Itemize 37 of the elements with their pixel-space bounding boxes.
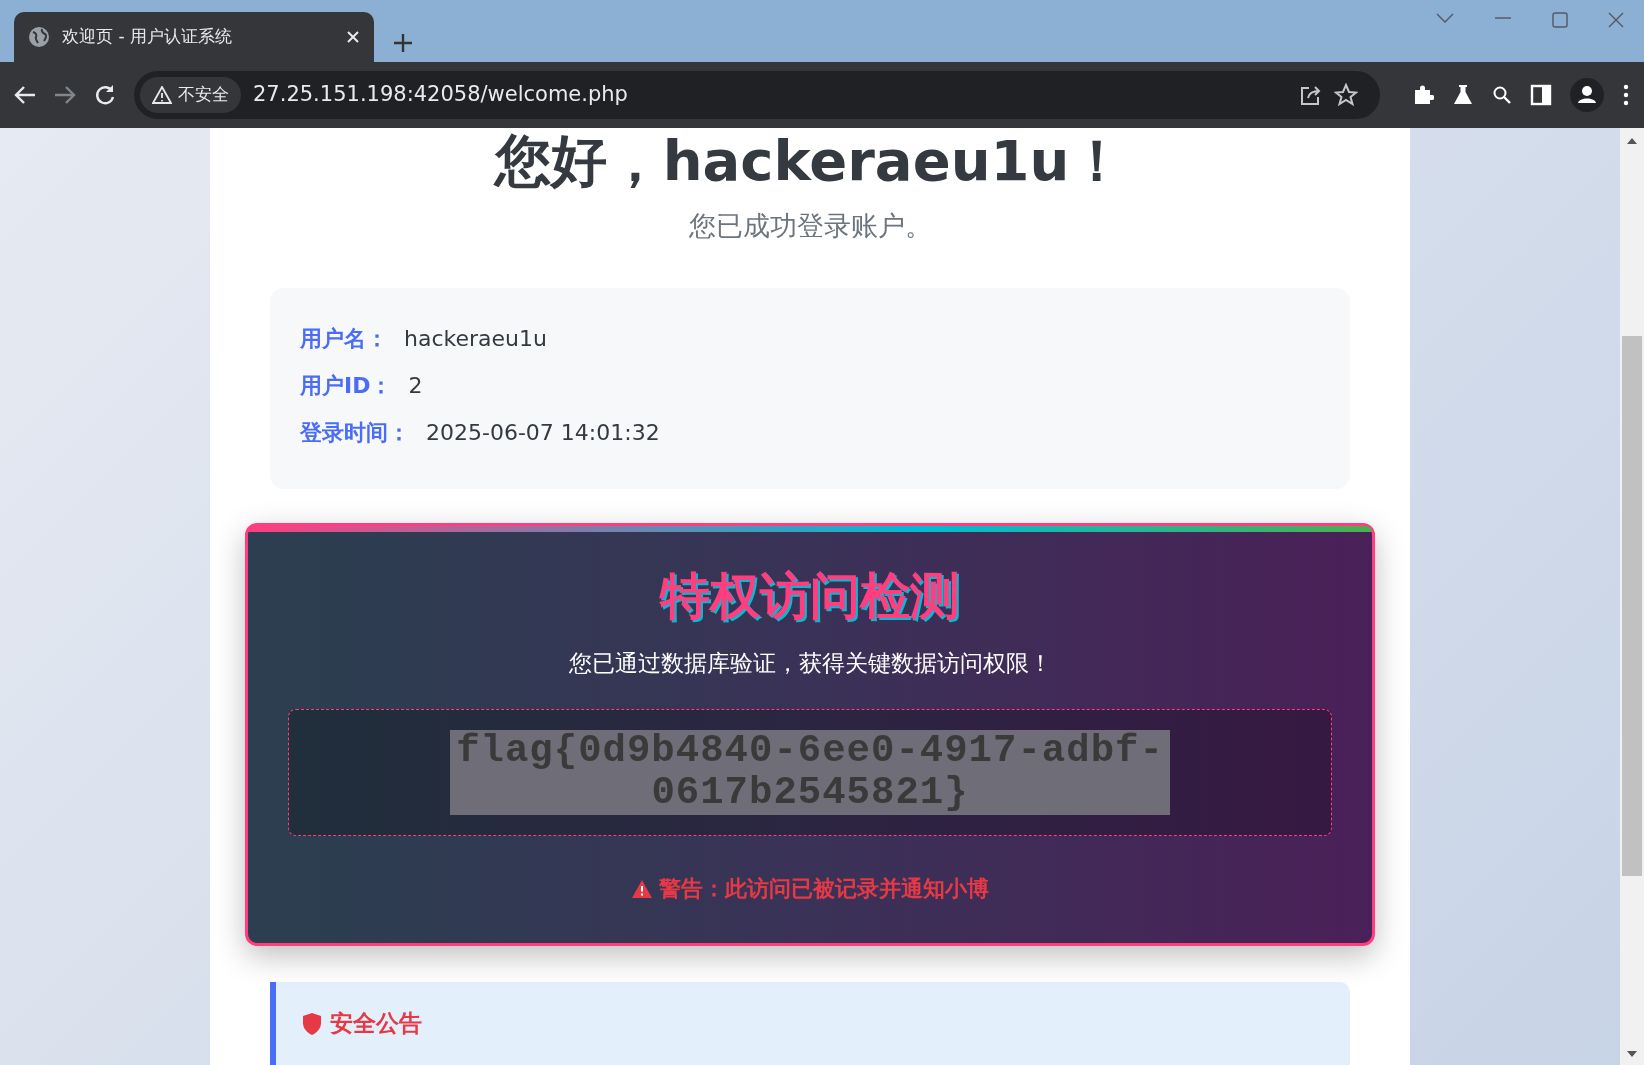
greeting-subtitle: 您已成功登录账户。 [687, 208, 933, 243]
greeting-heading: 您好，hackeraeu1u！ [492, 128, 1127, 192]
warning-icon [631, 878, 653, 899]
panel-message: 您已通过数据库验证，获得关键数据访问权限！ [567, 649, 1053, 679]
url-text[interactable]: 27.25.151.198:42058/welcome.php [253, 79, 1288, 111]
notice-title: 安全公告 [330, 1009, 422, 1039]
globe-icon [28, 26, 50, 48]
browser-tab[interactable]: 欢迎页 - 用户认证系统 [14, 12, 374, 62]
maximize-icon[interactable] [1552, 12, 1568, 28]
flask-icon[interactable] [1452, 84, 1474, 106]
field-label: 用户ID： [300, 372, 393, 401]
search-icon[interactable] [1492, 85, 1512, 105]
field-value: 2025-06-07 14:01:32 [426, 419, 660, 448]
reload-icon[interactable] [94, 84, 116, 106]
back-arrow-icon[interactable] [14, 85, 36, 105]
shield-icon [302, 1011, 322, 1036]
security-chip[interactable]: 不安全 [140, 77, 241, 113]
warning-text: 警告：此访问已被记录并通知小博 [659, 875, 989, 904]
forward-arrow-icon[interactable] [54, 85, 76, 105]
field-value: hackeraeu1u [404, 325, 547, 354]
scroll-up-icon[interactable] [1626, 136, 1638, 146]
flag-text: flag{0d9b4840-6ee0-4917-adbf-0617b2545821} [450, 729, 1170, 816]
puzzle-piece-icon[interactable] [1412, 84, 1434, 106]
panel-title: 特权访问检测 [658, 566, 961, 627]
share-icon[interactable] [1300, 84, 1322, 106]
profile-avatar-icon[interactable] [1570, 78, 1604, 112]
warning-icon [152, 86, 172, 104]
menu-dots-icon[interactable] [1622, 84, 1630, 106]
field-label: 用户名： [300, 325, 388, 354]
field-value: 2 [408, 372, 423, 401]
chevron-down-icon[interactable] [1436, 12, 1454, 24]
scroll-down-icon[interactable] [1626, 1049, 1638, 1059]
star-icon[interactable] [1334, 83, 1358, 107]
scrollbar-thumb[interactable] [1622, 336, 1642, 876]
field-label: 登录时间： [300, 419, 410, 448]
new-tab-icon[interactable] [392, 32, 414, 54]
side-panel-icon[interactable] [1530, 84, 1552, 106]
